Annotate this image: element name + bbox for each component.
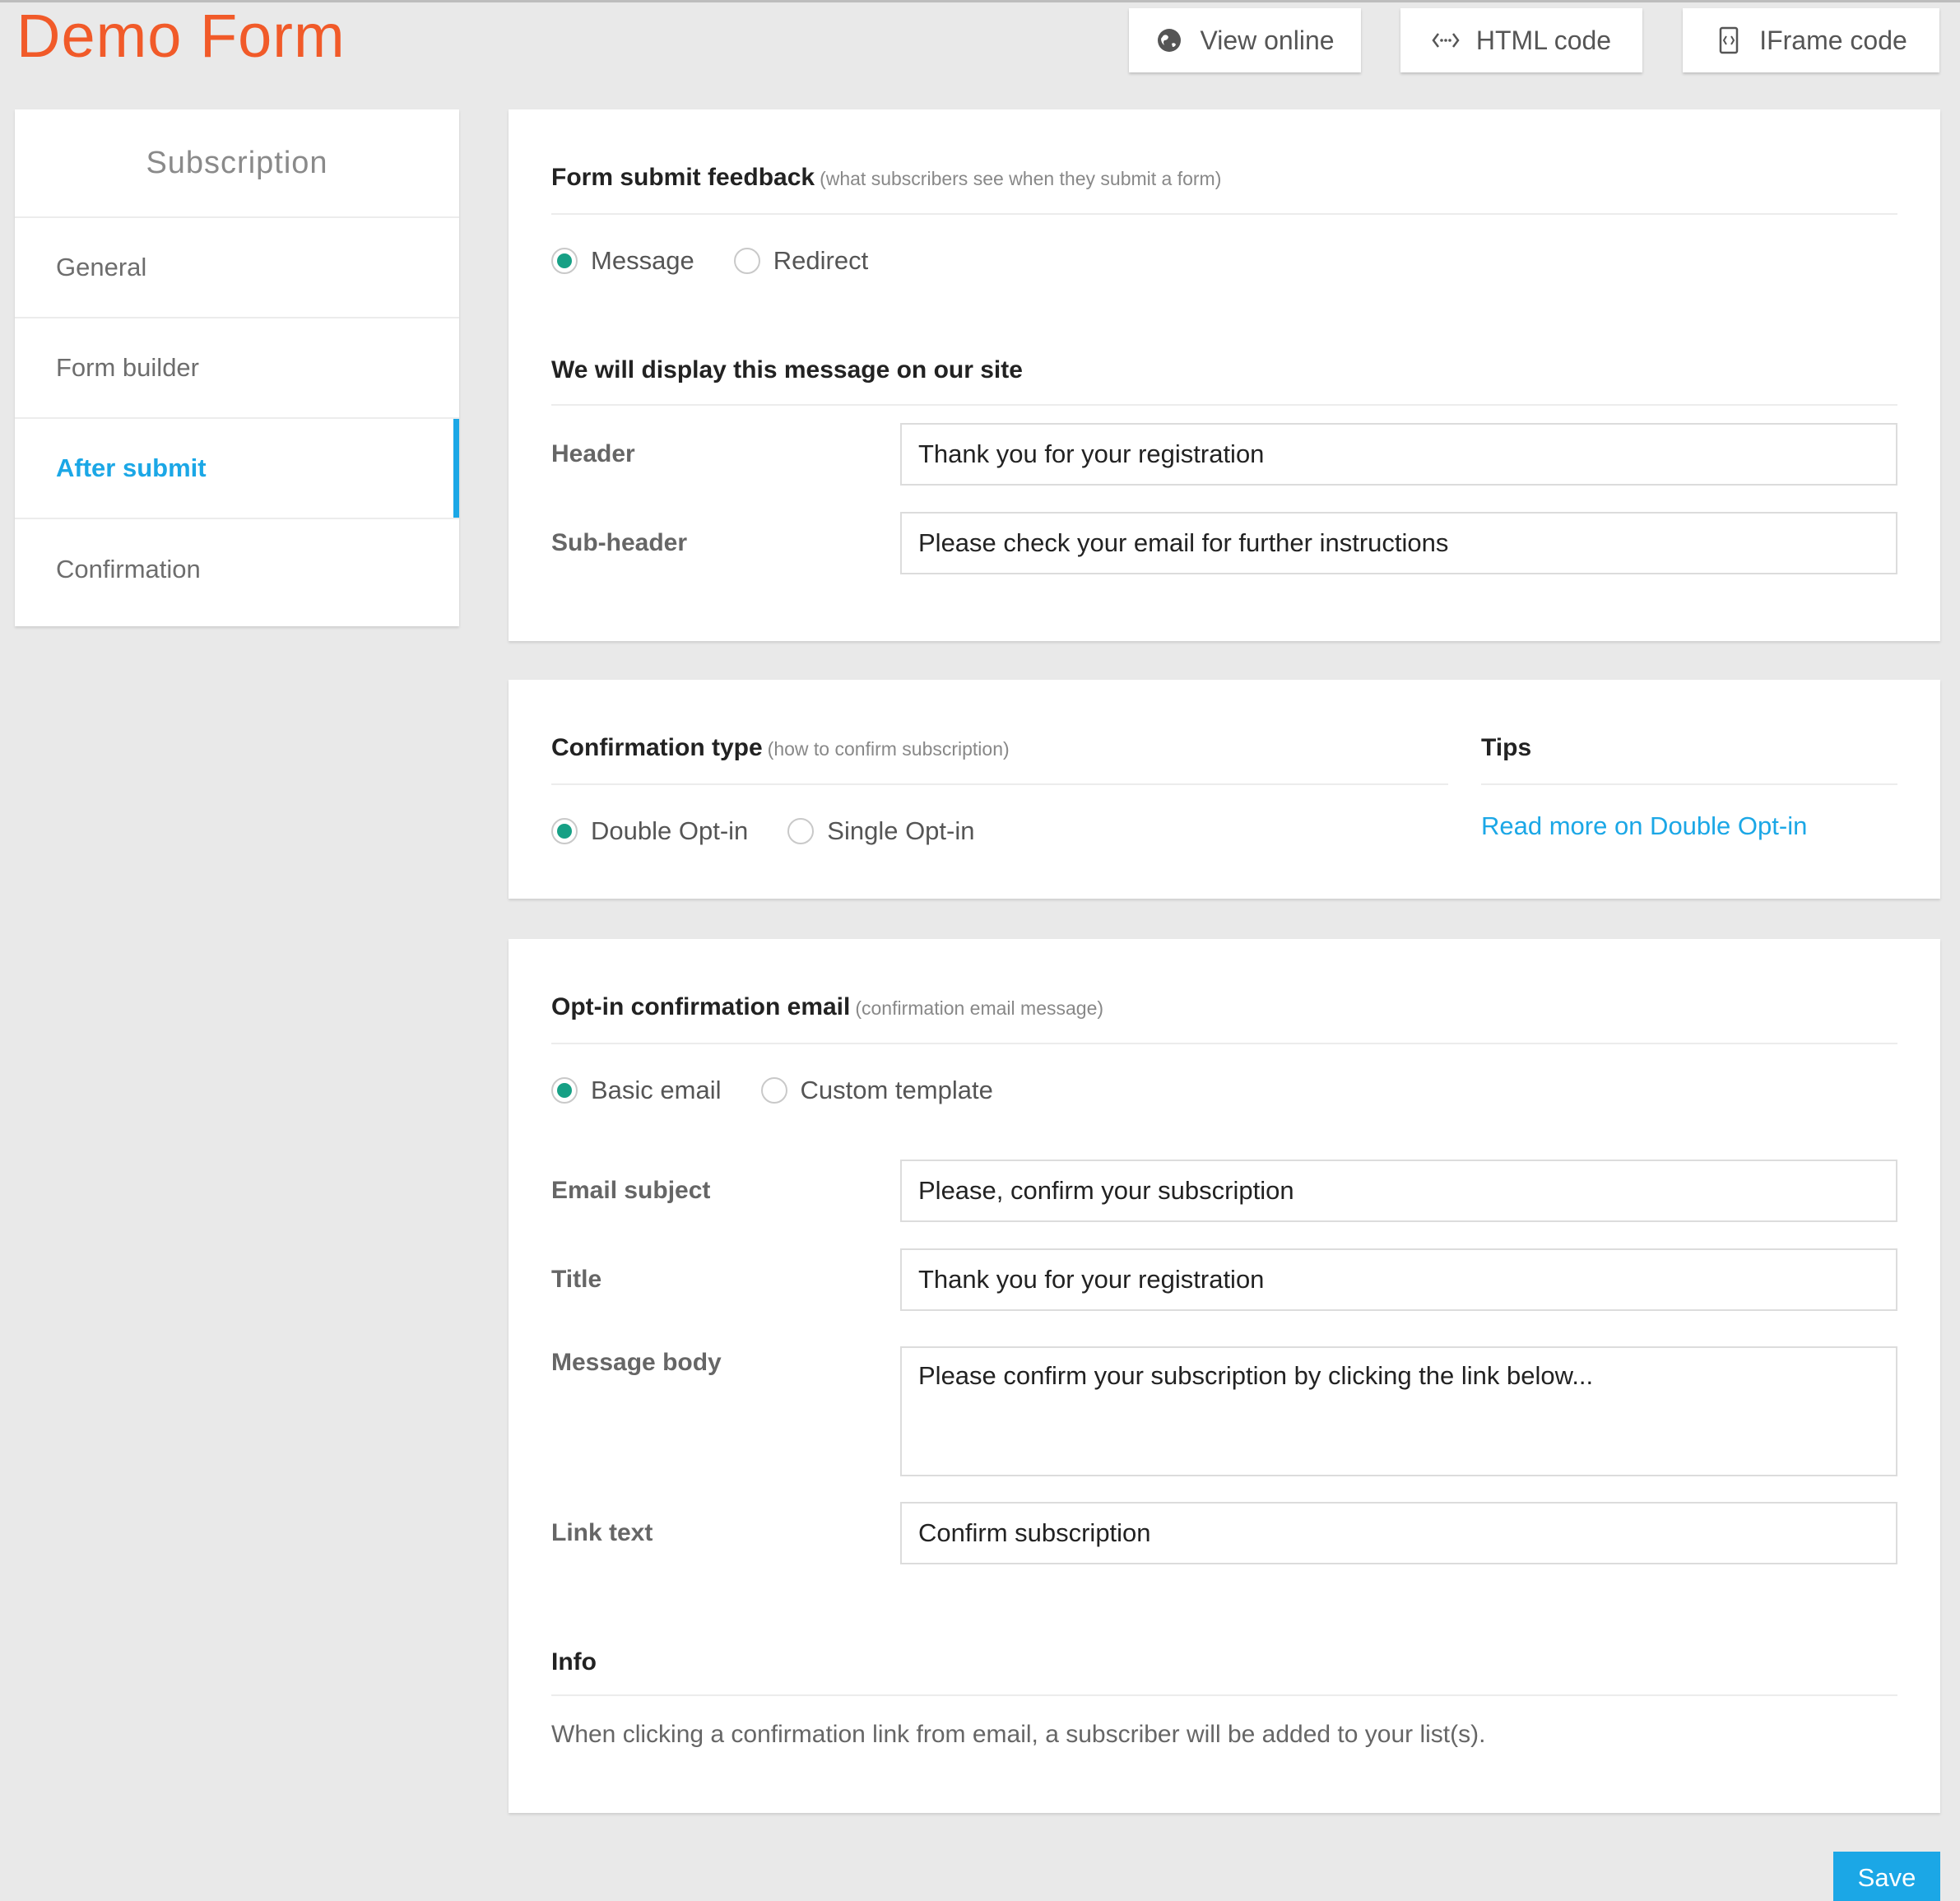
divider — [551, 404, 1897, 406]
radio-label: Redirect — [773, 246, 869, 275]
radio-selected-icon — [551, 1077, 578, 1104]
section-hint: (what subscribers see when they submit a… — [820, 168, 1222, 189]
optin-email-title: Opt-in confirmation email (confirmation e… — [551, 993, 1103, 1021]
confirmation-radio-group: Double Opt-in Single Opt-in — [551, 816, 1015, 846]
page-title: Demo Form — [16, 2, 346, 70]
iframe-code-button[interactable]: IFrame code — [1683, 8, 1939, 72]
sidebar-item-form-builder[interactable]: Form builder — [15, 318, 459, 419]
confirmation-type-card: Confirmation type (how to confirm subscri… — [509, 680, 1940, 899]
globe-icon — [1155, 26, 1183, 54]
iframe-icon — [1715, 26, 1743, 54]
optin-email-card: Opt-in confirmation email (confirmation e… — [509, 939, 1940, 1813]
html-code-label: HTML code — [1475, 25, 1612, 55]
radio-label: Custom template — [800, 1076, 993, 1104]
info-text: When clicking a confirmation link from e… — [551, 1721, 1486, 1748]
radio-selected-icon — [551, 818, 578, 844]
double-opt-in-link[interactable]: Read more on Double Opt-in — [1481, 811, 1807, 841]
radio-message[interactable]: Message — [551, 246, 694, 276]
section-hint: (how to confirm subscription) — [767, 738, 1010, 760]
code-icon — [1432, 26, 1460, 54]
section-title-text: Form submit feedback — [551, 164, 815, 191]
radio-double-opt-in[interactable]: Double Opt-in — [551, 816, 748, 846]
save-button[interactable]: Save — [1833, 1852, 1940, 1901]
sidebar-item-label: After submit — [56, 453, 207, 482]
radio-unselected-icon — [733, 248, 760, 274]
message-body-textarea[interactable]: Please confirm your subscription by clic… — [900, 1346, 1897, 1476]
radio-basic-email[interactable]: Basic email — [551, 1076, 722, 1105]
radio-label: Double Opt-in — [591, 816, 749, 845]
radio-unselected-icon — [787, 818, 815, 844]
link-text-label: Link text — [551, 1519, 653, 1546]
title-label: Title — [551, 1266, 602, 1293]
section-title-text: Opt-in confirmation email — [551, 993, 851, 1020]
email-subject-label: Email subject — [551, 1177, 711, 1204]
divider — [551, 1043, 1897, 1044]
radio-custom-template[interactable]: Custom template — [760, 1076, 993, 1105]
sidebar: Subscription General Form builder After … — [15, 109, 459, 626]
message-body-label: Message body — [551, 1349, 722, 1376]
title-input[interactable]: Thank you for your registration — [900, 1248, 1897, 1311]
sidebar-item-confirmation[interactable]: Confirmation — [15, 519, 459, 620]
message-section-title: We will display this message on our site — [551, 356, 1023, 383]
subheader-input[interactable]: Please check your email for further inst… — [900, 512, 1897, 574]
divider — [551, 213, 1897, 215]
radio-label: Message — [591, 246, 694, 275]
radio-unselected-icon — [760, 1077, 787, 1104]
divider — [551, 783, 1448, 785]
view-online-label: View online — [1200, 25, 1335, 55]
tips-title: Tips — [1481, 734, 1532, 761]
radio-single-opt-in[interactable]: Single Opt-in — [787, 816, 975, 846]
view-online-button[interactable]: View online — [1129, 8, 1361, 72]
radio-label: Single Opt-in — [827, 816, 975, 845]
confirmation-type-title: Confirmation type (how to confirm subscri… — [551, 734, 1010, 762]
email-type-radio-group: Basic email Custom template — [551, 1076, 1033, 1105]
header-label: Header — [551, 440, 635, 467]
subheader-label: Sub-header — [551, 529, 688, 556]
radio-label: Basic email — [591, 1076, 722, 1104]
form-submit-feedback-card: Form submit feedback (what subscribers se… — [509, 109, 1940, 641]
sidebar-item-label: Confirmation — [56, 555, 201, 583]
form-submit-feedback-title: Form submit feedback (what subscribers se… — [551, 164, 1221, 192]
sidebar-item-general[interactable]: General — [15, 218, 459, 318]
link-text-input[interactable]: Confirm subscription — [900, 1502, 1897, 1564]
email-subject-input[interactable]: Please, confirm your subscription — [900, 1160, 1897, 1222]
sidebar-item-label: Form builder — [56, 353, 199, 382]
divider — [551, 1694, 1897, 1696]
sidebar-heading: Subscription — [15, 109, 459, 218]
iframe-code-label: IFrame code — [1759, 25, 1907, 55]
section-hint: (confirmation email message) — [855, 997, 1104, 1019]
html-code-button[interactable]: HTML code — [1400, 8, 1642, 72]
divider — [1481, 783, 1897, 785]
radio-selected-icon — [551, 248, 578, 274]
header-input[interactable]: Thank you for your registration — [900, 423, 1897, 486]
info-title: Info — [551, 1648, 597, 1676]
sidebar-item-after-submit[interactable]: After submit — [15, 419, 459, 519]
sidebar-item-label: General — [56, 253, 147, 281]
radio-redirect[interactable]: Redirect — [733, 246, 869, 276]
section-title-text: Confirmation type — [551, 734, 763, 761]
feedback-radio-group: Message Redirect — [551, 246, 908, 276]
